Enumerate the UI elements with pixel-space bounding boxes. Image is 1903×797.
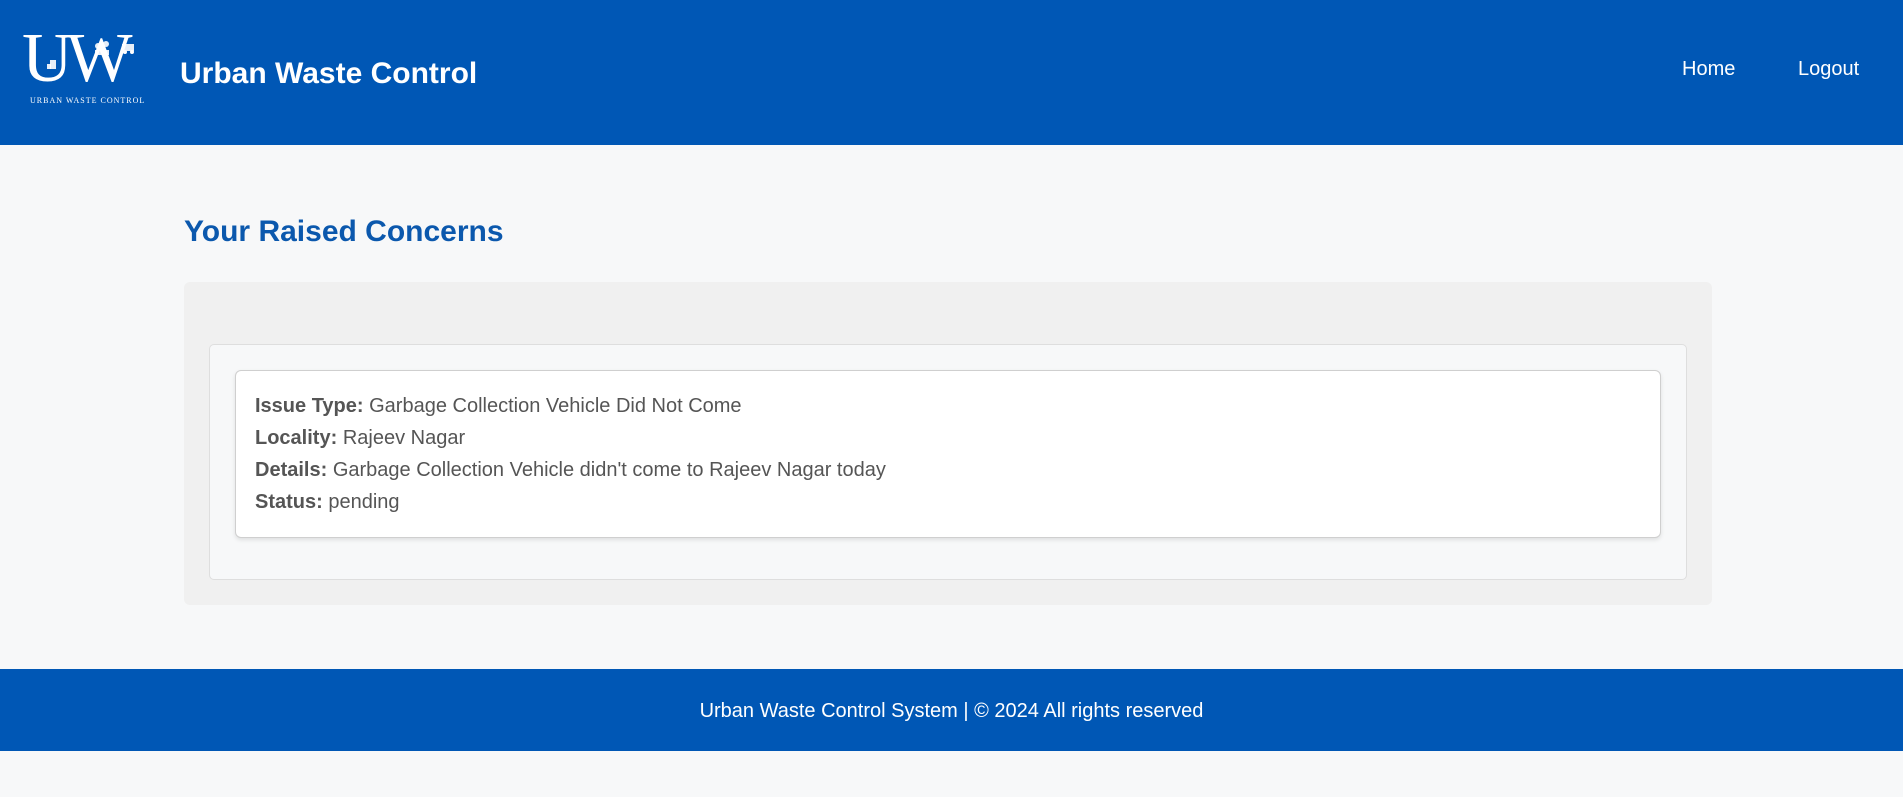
issue-type-value: Garbage Collection Vehicle Did Not Come (369, 395, 742, 417)
locality-value: Rajeev Nagar (342, 427, 466, 449)
details-value: Garbage Collection Vehicle didn't come t… (332, 459, 886, 481)
concern-locality: Locality: Rajeev Nagar (255, 426, 465, 450)
site-logo[interactable]: UW URBAN WASTE CONTROL (22, 24, 158, 106)
concern-details: Details: Garbage Collection Vehicle didn… (255, 458, 886, 482)
nav-home-link[interactable]: Home (1682, 57, 1735, 81)
logo-decoration-icon (47, 41, 134, 69)
issue-type-label: Issue Type: (255, 395, 364, 417)
site-header: UW URBAN WASTE CONTROL Urban Waste Contr… (0, 0, 1903, 145)
footer-copyright: Urban Waste Control System | © 2024 All … (699, 700, 1204, 722)
concern-status: Status: pending (255, 490, 400, 514)
nav-logout-link[interactable]: Logout (1798, 57, 1859, 81)
concern-card: Issue Type: Garbage Collection Vehicle D… (235, 370, 1661, 538)
site-title: Urban Waste Control (180, 57, 478, 90)
status-value: pending (328, 491, 400, 513)
page-title: Your Raised Concerns (184, 215, 504, 248)
logo-subtitle: URBAN WASTE CONTROL (30, 96, 146, 105)
details-label: Details: (255, 459, 328, 481)
concern-issue-type: Issue Type: Garbage Collection Vehicle D… (255, 394, 742, 418)
concerns-list: Issue Type: Garbage Collection Vehicle D… (209, 344, 1687, 580)
concerns-panel: Issue Type: Garbage Collection Vehicle D… (184, 282, 1712, 605)
site-footer: Urban Waste Control System | © 2024 All … (0, 669, 1903, 751)
locality-label: Locality: (255, 427, 338, 449)
status-label: Status: (255, 491, 323, 513)
